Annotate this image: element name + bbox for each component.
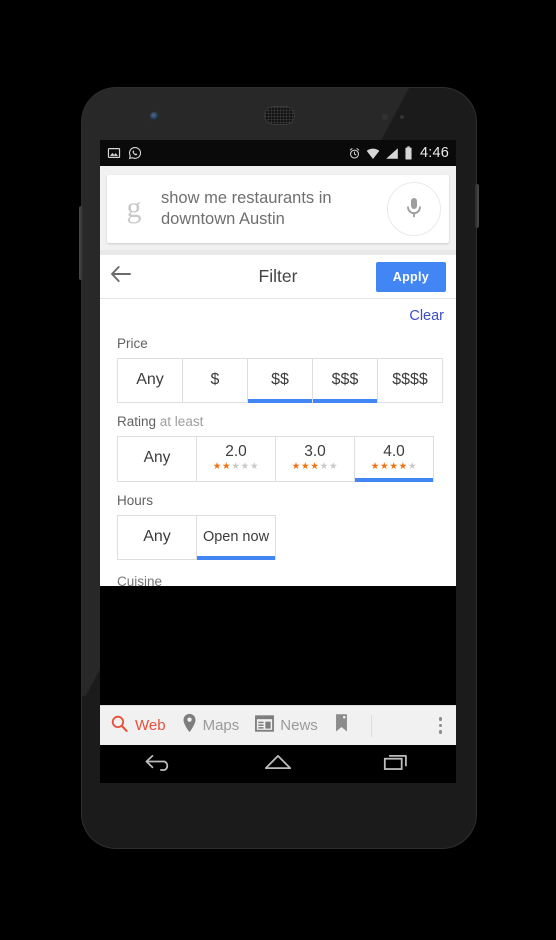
voice-search-button[interactable]: [387, 182, 441, 236]
rating-stars: ★★★★★: [291, 461, 339, 473]
rating-option-label: Any: [143, 448, 171, 466]
battery-icon: [404, 146, 413, 160]
map-pin-icon: [182, 713, 197, 738]
search-query-text[interactable]: show me restaurants in downtown Austin: [161, 188, 387, 231]
rating-label-suffix: at least: [159, 414, 204, 429]
hours-option-open-now[interactable]: Open now: [197, 516, 275, 560]
rating-option-2[interactable]: 2.0 ★★★★★: [197, 437, 276, 481]
price-option-any[interactable]: Any: [118, 359, 183, 402]
cuisine-section-label: Cuisine: [117, 573, 163, 586]
google-g-icon: g: [126, 190, 142, 224]
rating-option-4[interactable]: 4.0 ★★★★★: [355, 437, 433, 482]
tab-maps-label: Maps: [202, 717, 240, 734]
apply-button[interactable]: Apply: [375, 261, 446, 292]
hours-label-text: Hours: [117, 492, 154, 508]
rating-stars: ★★★★★: [212, 461, 260, 473]
signal-icon: [385, 147, 399, 160]
selected-underline: [248, 399, 312, 403]
proximity-sensor-icon: [382, 114, 388, 120]
tab-web[interactable]: Web: [110, 714, 166, 738]
kebab-dot: [438, 723, 442, 728]
price-section-label: Price: [117, 336, 439, 351]
hours-option-any[interactable]: Any: [118, 515, 197, 559]
price-option-label: $$$: [331, 371, 359, 388]
selected-underline: [355, 477, 433, 482]
kebab-dot: [438, 717, 442, 721]
tab-web-label: Web: [135, 717, 166, 734]
newspaper-icon: [255, 714, 275, 737]
clear-filters-link[interactable]: Clear: [409, 308, 444, 324]
hours-option-label: Open now: [202, 528, 270, 545]
phone-screen: 4:46 g show me restaurants in downtown A…: [100, 140, 456, 783]
hours-section: Hours Any Open now: [100, 493, 456, 560]
filter-back-button[interactable]: [110, 265, 144, 288]
price-option-label: Any: [136, 371, 164, 388]
microphone-icon: [405, 195, 423, 224]
price-section: Price Any $ $$ $$$ $$$$: [100, 336, 456, 403]
rating-label-text: Rating: [117, 414, 157, 429]
price-option-3[interactable]: $$$: [313, 359, 378, 403]
back-arrow-icon: [110, 265, 132, 288]
status-bar-system-icons: 4:46: [348, 145, 449, 161]
bottom-tab-bar: Web Maps News: [100, 705, 456, 745]
price-option-4[interactable]: $$$$: [378, 359, 442, 402]
power-button[interactable]: [475, 184, 479, 228]
hours-option-label: Any: [143, 527, 171, 545]
price-label-text: Price: [117, 336, 148, 351]
kebab-dot: [438, 730, 442, 734]
android-navigation-bar: [100, 745, 456, 783]
tab-divider: [370, 714, 372, 737]
rating-options: Any 2.0 ★★★★★ 3.0 ★★★★★ 4.0 ★★★★★: [117, 436, 434, 482]
tab-news-label: News: [280, 717, 318, 734]
rating-option-label: 4.0: [383, 443, 405, 460]
rating-stars: ★★★★★: [370, 461, 418, 473]
front-camera-icon: [150, 112, 159, 121]
alarm-icon: [348, 147, 361, 160]
price-options: Any $ $$ $$$ $$$$: [117, 358, 443, 403]
tab-maps[interactable]: Maps: [182, 713, 240, 738]
phone-top-bezel: [82, 88, 476, 144]
recents-nav-icon[interactable]: [382, 751, 412, 778]
hours-options: Any Open now: [117, 514, 276, 560]
rating-section-label: Rating at least: [117, 414, 439, 429]
status-bar: 4:46: [100, 140, 456, 166]
earpiece-speaker: [264, 106, 295, 125]
phone-device: 4:46 g show me restaurants in downtown A…: [79, 88, 479, 848]
search-area: g show me restaurants in downtown Austin: [100, 166, 456, 250]
whatsapp-icon: [128, 146, 142, 160]
selected-underline: [197, 555, 275, 560]
bookmark-icon: [334, 713, 349, 738]
rating-option-any[interactable]: Any: [118, 437, 197, 481]
status-bar-notifications: [107, 146, 142, 160]
wifi-icon: [366, 147, 380, 160]
light-sensor-icon: [400, 115, 404, 119]
rating-option-3[interactable]: 3.0 ★★★★★: [276, 437, 355, 481]
rating-option-label: 3.0: [304, 443, 326, 460]
search-card[interactable]: g show me restaurants in downtown Austin: [107, 175, 449, 243]
rating-section: Rating at least Any 2.0 ★★★★★ 3.0 ★★★★★ …: [100, 414, 456, 482]
clear-row: Clear: [100, 299, 456, 325]
price-option-label: $: [210, 371, 220, 388]
price-option-2[interactable]: $$: [248, 359, 313, 403]
filter-panel: Filter Apply Clear Price Any $ $$ $$$ $$…: [100, 255, 456, 586]
hours-section-label: Hours: [117, 493, 439, 508]
rating-option-label: 2.0: [225, 443, 247, 460]
volume-rocker-button[interactable]: [79, 206, 83, 280]
overflow-menu-button[interactable]: [438, 717, 447, 734]
price-option-label: $$$$: [392, 371, 428, 388]
home-nav-icon[interactable]: [263, 751, 293, 778]
search-icon: [110, 714, 129, 738]
price-option-1[interactable]: $: [183, 359, 248, 402]
selected-underline: [313, 399, 377, 403]
filter-header: Filter Apply: [100, 255, 456, 299]
price-option-label: $$: [271, 371, 289, 388]
back-nav-icon[interactable]: [144, 751, 174, 778]
tab-news[interactable]: News: [255, 714, 318, 737]
image-icon: [107, 146, 121, 160]
tab-bookmark[interactable]: [334, 713, 349, 738]
status-bar-clock: 4:46: [419, 145, 449, 161]
